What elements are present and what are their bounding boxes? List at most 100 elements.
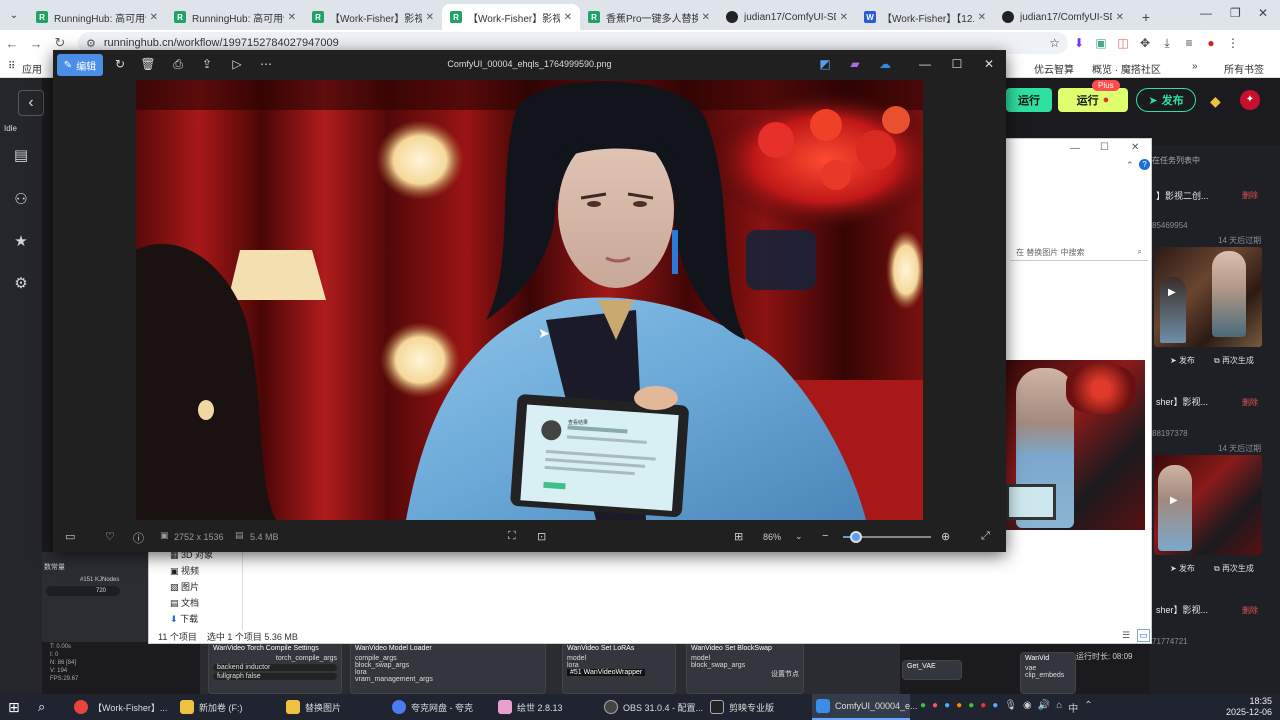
settings-gear-icon[interactable]: ⚙: [11, 274, 31, 294]
close-window-icon[interactable]: ✕: [1258, 6, 1268, 20]
viewer-close-icon[interactable]: ✕: [980, 57, 998, 73]
apps-grid-icon[interactable]: ⠿: [8, 61, 15, 72]
favorite-heart-icon[interactable]: ♡: [105, 530, 115, 543]
document-icon[interactable]: ▤: [11, 146, 31, 166]
system-clock[interactable]: 18:35 2025-12-06: [1226, 696, 1272, 718]
play-icon[interactable]: ▶: [1170, 495, 1178, 506]
browser-tab[interactable]: R RunningHub: 高可用性 ✕: [166, 4, 304, 30]
number-widget[interactable]: 720: [46, 586, 120, 596]
new-tab-button[interactable]: +: [1132, 4, 1160, 30]
run-plus-button[interactable]: 运行 ●: [1058, 88, 1128, 112]
taskbar-app-drive[interactable]: 新加卷 (F:): [176, 694, 280, 720]
tray-expand-icon[interactable]: ⌃: [1084, 700, 1092, 715]
zoom-slider-thumb[interactable]: [850, 531, 863, 543]
rotate-icon[interactable]: ↻: [111, 57, 129, 73]
input-method[interactable]: 中: [1068, 700, 1078, 715]
tree-item[interactable]: ▧ 图片: [170, 580, 199, 593]
close-tab-icon[interactable]: ✕: [840, 12, 848, 23]
share-icon[interactable]: ⇪: [198, 57, 216, 73]
displayed-image[interactable]: 查看结果: [136, 80, 923, 520]
close-tab-icon[interactable]: ✕: [978, 12, 986, 23]
workflow-node[interactable]: Get_VAE: [902, 660, 962, 680]
publish-button[interactable]: ➤ 发布: [1136, 88, 1196, 112]
filmstrip-icon[interactable]: ▭: [65, 530, 75, 543]
designer-icon[interactable]: ▰: [846, 57, 864, 73]
close-tab-icon[interactable]: ✕: [288, 12, 296, 23]
tab-list-chevron-icon[interactable]: ⌄: [0, 0, 28, 30]
fullscreen-icon[interactable]: ⤢: [981, 530, 990, 543]
ribbon-collapse-icon[interactable]: ⌃: [1126, 160, 1134, 171]
tree-item[interactable]: ▤ 文档: [170, 596, 199, 609]
tray-app-icon[interactable]: ●: [920, 700, 926, 715]
explorer-search-input[interactable]: 在 替换图片 中搜索 ⌕: [1010, 243, 1148, 261]
taskbar-app-chrome[interactable]: 【Work-Fisher】...: [70, 694, 174, 720]
task-title[interactable]: sher】影视...: [1156, 603, 1208, 616]
browser-tab[interactable]: judian17/ComfyUI-SDP✕: [994, 4, 1132, 30]
close-tab-icon[interactable]: ✕: [702, 12, 710, 23]
reload-icon[interactable]: ↻: [48, 35, 72, 51]
close-tab-icon[interactable]: ✕: [426, 12, 434, 23]
play-icon[interactable]: ▶: [1168, 287, 1176, 298]
more-options-icon[interactable]: ⋯: [257, 57, 275, 73]
taskbar-search[interactable]: ⌕: [38, 694, 45, 720]
tray-app-icon[interactable]: ●: [992, 700, 998, 715]
workflow-node[interactable]: WanVid vae clip_embeds: [1020, 652, 1076, 694]
help-icon[interactable]: ?: [1139, 159, 1150, 170]
extension-icon[interactable]: ◫: [1112, 36, 1134, 50]
workflow-node[interactable]: WanVideo Set BlockSwap model block_swap_…: [686, 642, 804, 694]
tree-item[interactable]: ▣ 视频: [170, 564, 199, 577]
media-icon[interactable]: ≡: [1178, 36, 1200, 50]
onedrive-cloud-icon[interactable]: ☁: [876, 57, 894, 73]
start-button[interactable]: ⊞: [8, 694, 20, 720]
maximize-icon[interactable]: ❐: [1230, 6, 1241, 20]
taskbar-app-huishi[interactable]: 绘世 2.8.13: [494, 694, 598, 720]
node-tree-icon[interactable]: ⚇: [11, 190, 31, 210]
slideshow-icon[interactable]: ▷: [228, 57, 246, 73]
tray-app-icon[interactable]: ●: [980, 700, 986, 715]
close-tab-icon[interactable]: ✕: [150, 12, 158, 23]
bookmarks-overflow[interactable]: »: [1192, 61, 1198, 72]
microphone-icon[interactable]: 🎙: [1004, 700, 1017, 715]
taskbar-app-jianying[interactable]: 剪映专业版: [706, 694, 810, 720]
star-icon[interactable]: ★: [11, 232, 31, 252]
task-result-thumbnail[interactable]: ▶: [1154, 247, 1262, 347]
tray-app-icon[interactable]: ●: [956, 700, 962, 715]
task-title[interactable]: 】影视二创...: [1156, 189, 1209, 202]
delete-task-button[interactable]: 删除: [1242, 190, 1258, 201]
taskbar-app-obs[interactable]: OBS 31.0.4 - 配置...: [600, 694, 704, 720]
tray-app-icon[interactable]: ◉: [1023, 700, 1032, 715]
explorer-close-icon[interactable]: ✕: [1131, 142, 1139, 153]
explorer-maximize-icon[interactable]: ☐: [1100, 142, 1109, 153]
zoom-level[interactable]: 86%: [763, 532, 781, 542]
tray-app-icon[interactable]: ●: [944, 700, 950, 715]
taskbar-app-quark[interactable]: 夸克网盘 - 夸克: [388, 694, 492, 720]
details-view-icon[interactable]: ☰: [1122, 630, 1130, 641]
print-icon[interactable]: ⎙: [169, 57, 187, 73]
profile-avatar-icon[interactable]: ●: [1200, 36, 1222, 50]
delete-task-button[interactable]: 删除: [1242, 397, 1258, 408]
browser-menu-icon[interactable]: ⋮: [1222, 36, 1244, 50]
user-avatar[interactable]: ✦: [1240, 90, 1260, 110]
minimize-icon[interactable]: —: [1200, 6, 1212, 20]
extensions-puzzle-icon[interactable]: ✥: [1134, 36, 1156, 50]
delete-task-button[interactable]: 删除: [1242, 605, 1258, 616]
tree-item[interactable]: ⬇ 下载: [170, 612, 198, 625]
publish-task-button[interactable]: ➤ 发布: [1170, 563, 1195, 574]
run-button[interactable]: 运行: [1006, 88, 1052, 112]
bookmark-star-icon[interactable]: ☆: [1049, 36, 1060, 50]
taskbar-app-photos-active[interactable]: ComfyUI_00004_e...: [812, 694, 918, 720]
thumbnail-view-icon[interactable]: ▭: [1137, 629, 1150, 642]
workflow-node[interactable]: WanVideo Set LoRAs model lora #51 WanVid…: [562, 642, 676, 694]
back-arrow-icon[interactable]: ←: [0, 36, 24, 51]
image-edit-icon[interactable]: ◩: [816, 57, 834, 73]
extension-icon[interactable]: ⬇: [1068, 36, 1090, 50]
task-result-thumbnail[interactable]: ▶: [1154, 455, 1262, 555]
fit-frame-icon[interactable]: ⛶: [508, 530, 516, 543]
explorer-minimize-icon[interactable]: —: [1070, 143, 1080, 154]
regenerate-button[interactable]: ⧉ 再次生成: [1214, 563, 1254, 574]
zoom-out-icon[interactable]: −: [822, 530, 828, 542]
workflow-node[interactable]: WanVideo Model Loader compile_args block…: [350, 642, 546, 694]
tray-app-icon[interactable]: ●: [932, 700, 938, 715]
edit-button[interactable]: ✎ 编辑: [57, 54, 103, 76]
browser-tab[interactable]: R RunningHub: 高可用性 ✕: [28, 4, 166, 30]
